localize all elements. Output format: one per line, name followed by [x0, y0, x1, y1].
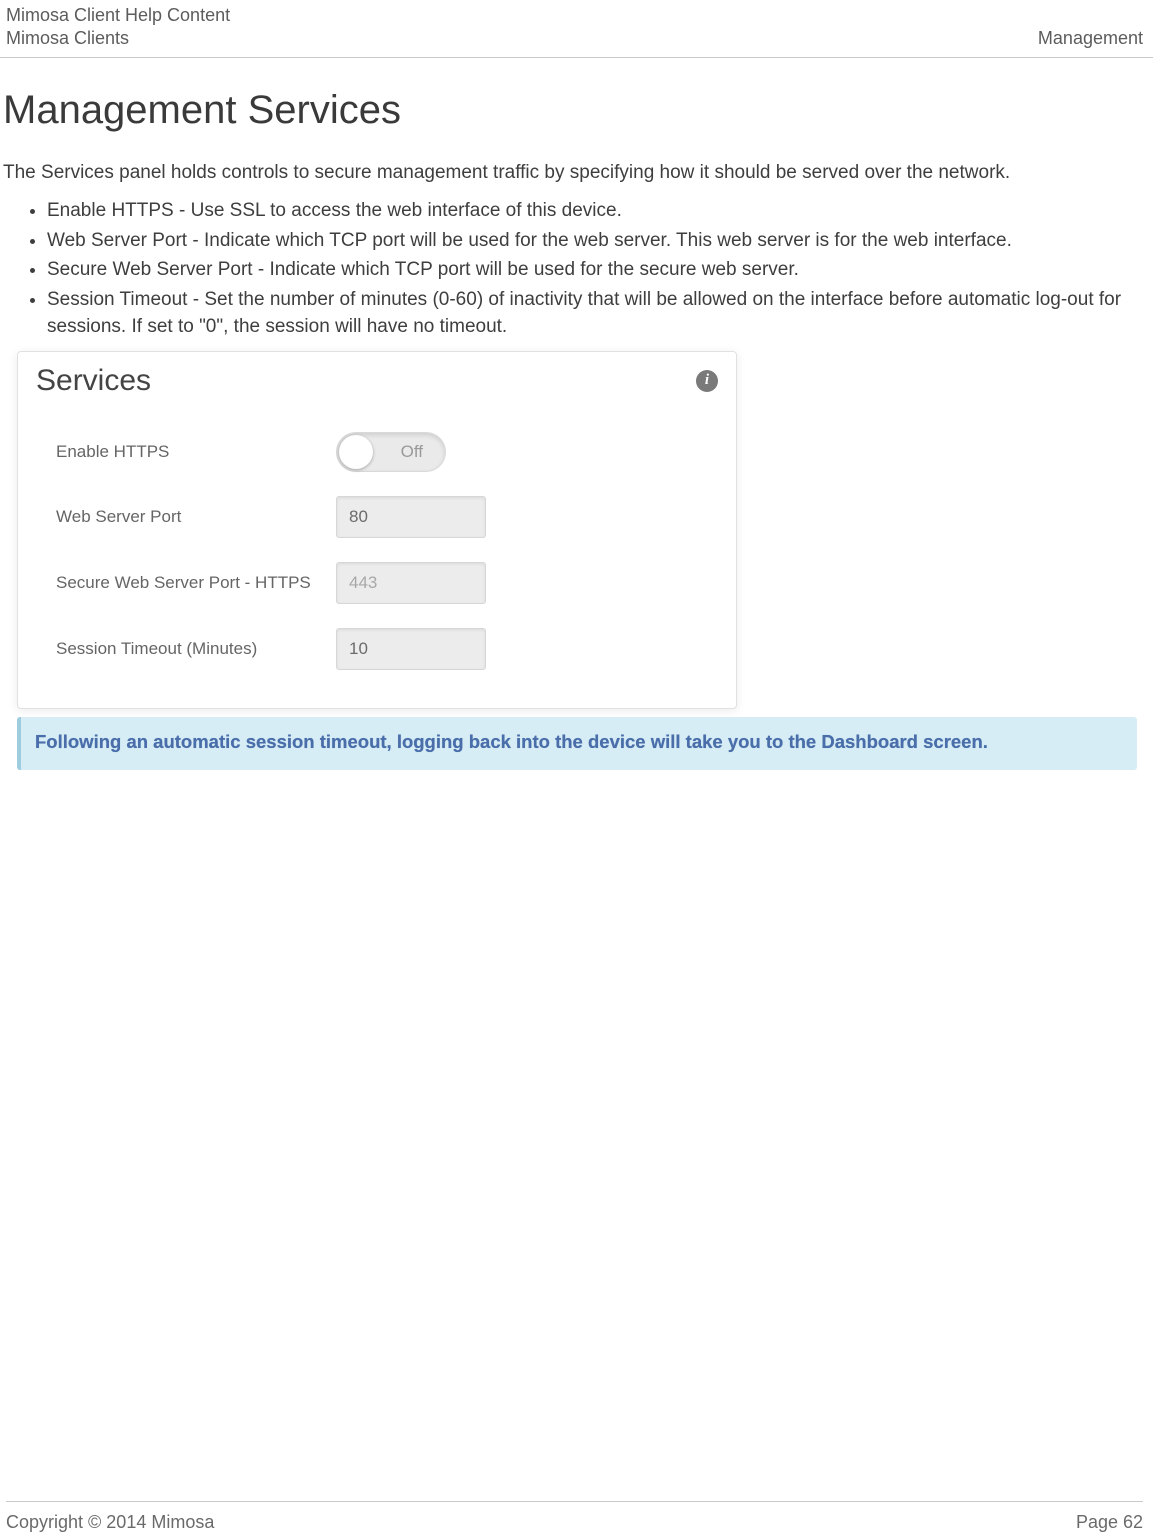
web-port-input[interactable]: [336, 496, 486, 538]
footer-page-number: Page 62: [1076, 1512, 1143, 1533]
panel-title: Services: [36, 364, 151, 398]
list-item: Session Timeout - Set the number of minu…: [47, 286, 1147, 341]
feature-list: Enable HTTPS - Use SSL to access the web…: [3, 197, 1147, 341]
secure-port-label: Secure Web Server Port - HTTPS: [56, 573, 336, 593]
row-enable-https: Enable HTTPS Off: [36, 420, 718, 484]
note-box: Following an automatic session timeout, …: [17, 717, 1137, 770]
row-secure-web-server-port: Secure Web Server Port - HTTPS: [36, 550, 718, 616]
list-item: Web Server Port - Indicate which TCP por…: [47, 227, 1147, 255]
footer-copyright: Copyright © 2014 Mimosa: [6, 1512, 214, 1533]
timeout-label: Session Timeout (Minutes): [56, 639, 336, 659]
content-body: Management Services The Services panel h…: [0, 58, 1153, 770]
web-port-label: Web Server Port: [56, 507, 336, 527]
header-line1: Mimosa Client Help Content: [6, 4, 230, 27]
header-right: Management: [1038, 28, 1143, 49]
intro-paragraph: The Services panel holds controls to sec…: [3, 155, 1147, 191]
enable-https-label: Enable HTTPS: [56, 442, 336, 462]
page-footer: Copyright © 2014 Mimosa Page 62: [6, 1501, 1143, 1533]
services-panel: Services i Enable HTTPS Off Web Server P…: [17, 351, 737, 709]
page-header: Mimosa Client Help Content Mimosa Client…: [0, 0, 1153, 58]
timeout-input[interactable]: [336, 628, 486, 670]
row-session-timeout: Session Timeout (Minutes): [36, 616, 718, 682]
list-item: Secure Web Server Port - Indicate which …: [47, 256, 1147, 284]
toggle-state-label: Off: [401, 442, 423, 462]
row-web-server-port: Web Server Port: [36, 484, 718, 550]
secure-port-input: [336, 562, 486, 604]
header-line2: Mimosa Clients: [6, 27, 230, 50]
enable-https-toggle[interactable]: Off: [336, 432, 446, 472]
list-item: Enable HTTPS - Use SSL to access the web…: [47, 197, 1147, 225]
info-icon[interactable]: i: [696, 370, 718, 392]
panel-header: Services i: [36, 364, 718, 398]
header-left: Mimosa Client Help Content Mimosa Client…: [6, 4, 230, 49]
page-title: Management Services: [3, 88, 1147, 133]
toggle-knob: [339, 435, 373, 469]
